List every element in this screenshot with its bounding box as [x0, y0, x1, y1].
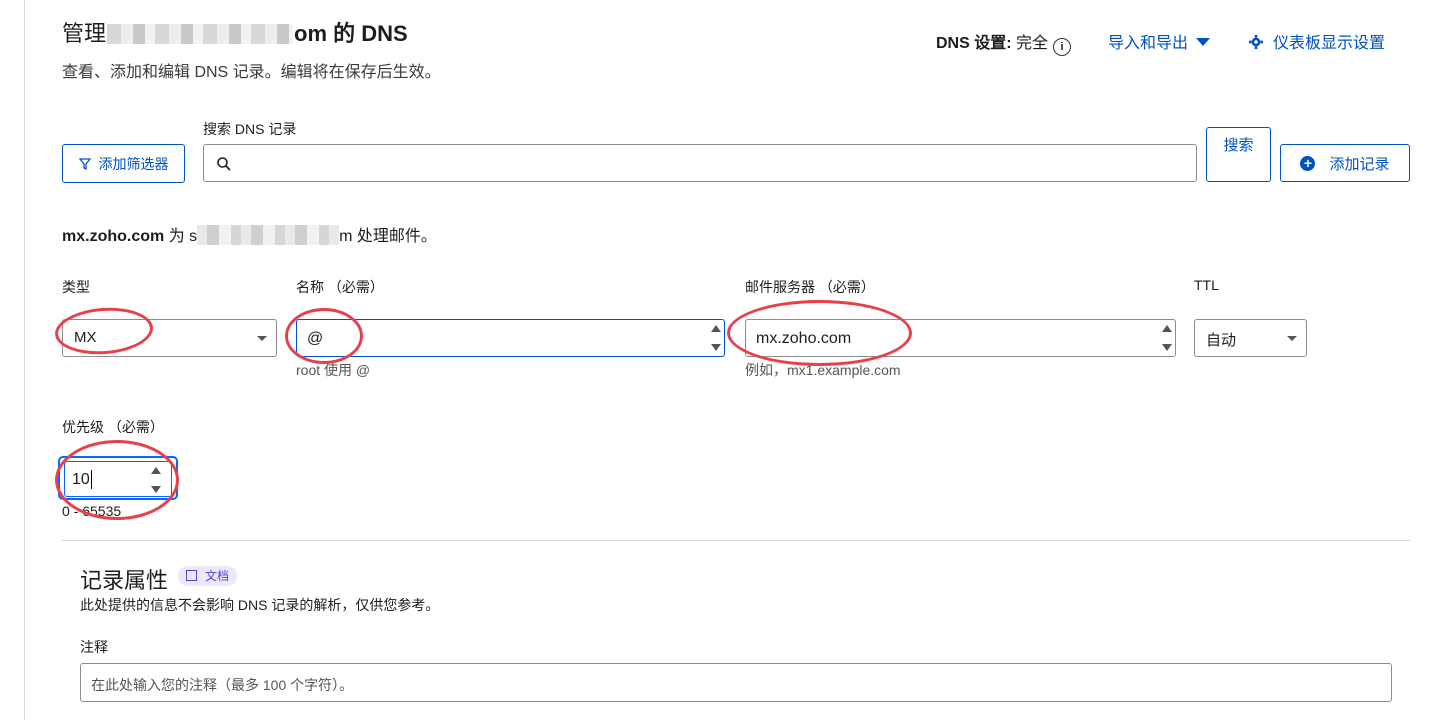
- info-icon[interactable]: i: [1053, 38, 1072, 56]
- dashboard-settings-label: 仪表板显示设置: [1273, 35, 1386, 52]
- section-divider: [62, 540, 1410, 541]
- filter-icon: [78, 157, 91, 170]
- priority-spinner[interactable]: [151, 465, 161, 495]
- chevron-down-icon: [1287, 336, 1297, 341]
- ttl-value: 自动: [1206, 332, 1237, 349]
- add-filter-button[interactable]: 添加筛选器: [62, 144, 185, 183]
- record-attributes-title: 记录属性: [80, 568, 169, 593]
- page-title-prefix: 管理: [62, 21, 107, 46]
- gear-icon: [1249, 35, 1263, 49]
- priority-input[interactable]: 10: [64, 461, 172, 497]
- search-input[interactable]: [203, 144, 1197, 182]
- docs-badge-label: 文档: [205, 569, 230, 583]
- docs-badge[interactable]: 文档: [178, 566, 238, 586]
- name-value: @: [307, 330, 324, 347]
- add-record-button[interactable]: + 添加记录: [1280, 144, 1410, 182]
- type-value: MX: [74, 329, 97, 346]
- mail-server-hint: 例如，mx1.example.com: [745, 362, 901, 378]
- name-input[interactable]: @: [296, 319, 725, 357]
- mail-server-label: 邮件服务器 （必需）: [745, 279, 875, 295]
- search-icon: [217, 157, 231, 171]
- dns-setting-value: 完全: [1016, 35, 1049, 52]
- record-attributes-description: 此处提供的信息不会影响 DNS 记录的解析，仅供您参考。: [80, 597, 440, 613]
- ttl-select[interactable]: 自动: [1194, 319, 1307, 357]
- mail-note-suffix: m 处理邮件。: [339, 228, 437, 245]
- page-title: 管理 om 的 DNS: [62, 16, 408, 48]
- mail-handling-note: mx.zoho.com 为 s m 处理邮件。: [62, 222, 437, 246]
- search-label: 搜索 DNS 记录: [203, 121, 297, 137]
- mail-note-prefix: 为 s: [168, 228, 198, 245]
- import-export-label: 导入和导出: [1108, 35, 1189, 52]
- priority-value: 10: [72, 471, 90, 488]
- import-export-dropdown[interactable]: 导入和导出: [1108, 29, 1211, 53]
- plus-circle-icon: +: [1300, 155, 1316, 171]
- redacted-domain-2: [197, 225, 340, 245]
- dns-setting-label: DNS 设置:: [936, 35, 1012, 52]
- add-record-label: 添加记录: [1329, 155, 1390, 173]
- mail-server-spinner[interactable]: [1162, 323, 1172, 353]
- page-subtitle: 查看、添加和编辑 DNS 记录。编辑将在保存后生效。: [62, 64, 441, 81]
- comment-label: 注释: [80, 639, 108, 655]
- ttl-label: TTL: [1194, 277, 1219, 293]
- search-button[interactable]: 搜索: [1206, 127, 1271, 182]
- priority-label: 优先级 （必需）: [62, 419, 164, 435]
- mail-server-name: mx.zoho.com: [62, 228, 165, 245]
- page-title-suffix: om 的 DNS: [294, 21, 408, 46]
- left-border: [24, 0, 25, 720]
- type-select[interactable]: MX: [62, 319, 277, 357]
- dns-setting: DNS 设置: 完全 i: [936, 29, 1072, 56]
- type-label: 类型: [62, 279, 90, 295]
- name-spinner[interactable]: [711, 323, 721, 353]
- mail-server-value: mx.zoho.com: [756, 330, 852, 347]
- priority-hint: 0 - 65535: [62, 503, 122, 519]
- mail-server-input[interactable]: mx.zoho.com: [745, 319, 1176, 357]
- name-label: 名称 （必需）: [296, 279, 384, 295]
- chevron-down-icon: [257, 336, 267, 341]
- redacted-domain: [107, 24, 294, 44]
- caret-down-icon: [1196, 38, 1211, 46]
- comment-input[interactable]: 在此处输入您的注释（最多 100 个字符）。: [80, 663, 1392, 702]
- book-icon: [186, 570, 197, 581]
- name-hint: root 使用 @: [296, 362, 371, 378]
- text-cursor: [91, 470, 92, 489]
- add-filter-label: 添加筛选器: [98, 155, 169, 172]
- dashboard-display-settings-link[interactable]: 仪表板显示设置: [1249, 29, 1385, 53]
- comment-placeholder: 在此处输入您的注释（最多 100 个字符）。: [91, 677, 354, 693]
